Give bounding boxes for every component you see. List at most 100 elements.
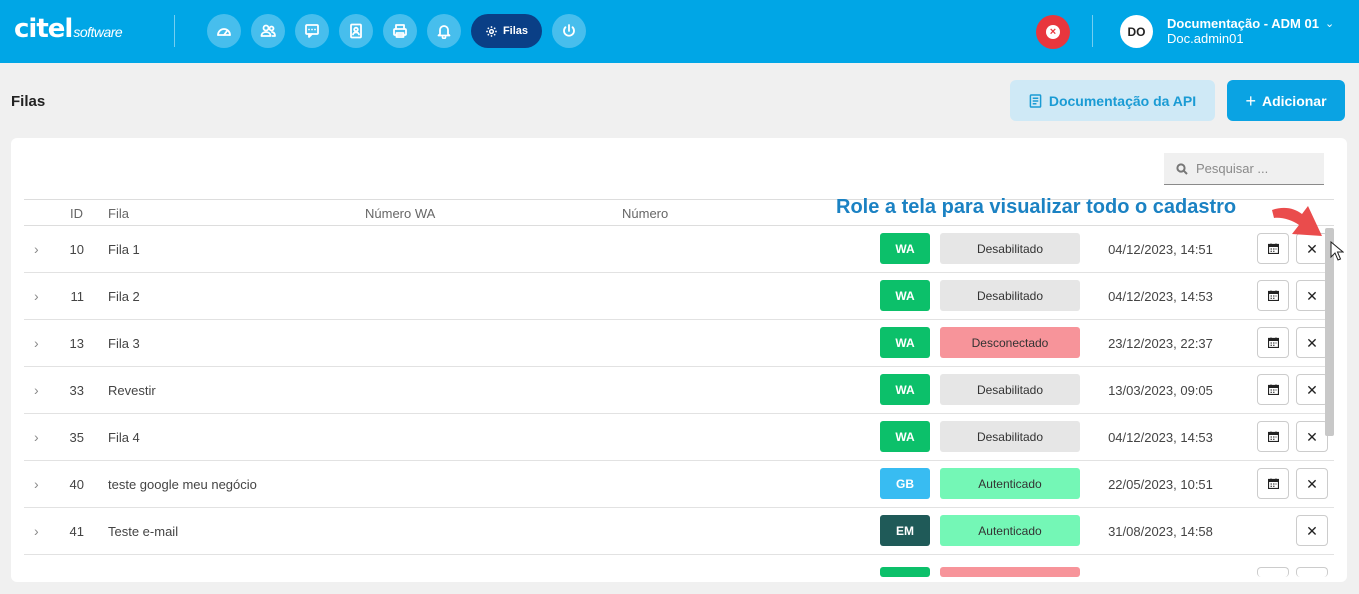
user-login: Doc.admin01 bbox=[1167, 31, 1244, 46]
delete-button[interactable]: ✕ bbox=[1296, 468, 1328, 499]
alert-button[interactable]: × bbox=[1036, 15, 1070, 49]
channel-badge: WA bbox=[880, 327, 930, 358]
status-badge: Desabilitado bbox=[940, 280, 1080, 311]
row-id: 40 bbox=[69, 477, 84, 492]
status-badge: Desabilitado bbox=[940, 421, 1080, 452]
header-divider bbox=[174, 15, 175, 47]
calendar-icon bbox=[1267, 337, 1279, 348]
row-queue-name: Teste e-mail bbox=[108, 524, 179, 539]
top-bar: citel software Filas × DO Documentação -… bbox=[0, 0, 1359, 63]
scroll-hint-text: Role a tela para visualizar todo o cadas… bbox=[836, 196, 1237, 218]
status-badge: Desconectado bbox=[940, 327, 1080, 358]
calendar-icon bbox=[1267, 384, 1279, 395]
table-row-partial[interactable] bbox=[24, 560, 1334, 582]
citel-logo[interactable]: citel software bbox=[14, 14, 123, 44]
table-row[interactable]: › 40 teste google meu negócio GB Autenticado… bbox=[24, 461, 1334, 508]
chevron-down-icon[interactable]: ⌄ bbox=[1325, 17, 1334, 30]
nav-filas-button[interactable]: Filas bbox=[471, 14, 542, 48]
contacts-icon bbox=[350, 23, 362, 39]
delete-button[interactable]: ✕ bbox=[1296, 327, 1328, 358]
row-queue-name: Revestir bbox=[108, 383, 156, 398]
schedule-button[interactable] bbox=[1257, 468, 1289, 499]
search-input[interactable] bbox=[1196, 161, 1316, 176]
row-queue-name: Fila 2 bbox=[108, 289, 140, 304]
column-header-fila[interactable]: Fila bbox=[108, 206, 129, 221]
nav-contacts-button[interactable] bbox=[339, 14, 373, 48]
row-id: 11 bbox=[70, 289, 85, 304]
status-badge bbox=[940, 567, 1080, 577]
status-badge: Desabilitado bbox=[940, 374, 1080, 405]
channel-badge: WA bbox=[880, 374, 930, 405]
printer-icon bbox=[393, 24, 407, 38]
status-badge: Autenticado bbox=[940, 515, 1080, 546]
user-name[interactable]: Documentação - ADM 01 bbox=[1167, 16, 1319, 31]
delete-button[interactable]: ✕ bbox=[1296, 374, 1328, 405]
calendar-icon bbox=[1267, 243, 1279, 254]
row-date: 04/12/2023, 14:53 bbox=[1108, 430, 1213, 445]
nav-dashboard-button[interactable] bbox=[207, 14, 241, 48]
table-row[interactable]: › 33 Revestir WA Desabilitado 13/03/2023, 09:… bbox=[24, 367, 1334, 414]
search-icon bbox=[1176, 162, 1188, 175]
status-badge: Autenticado bbox=[940, 468, 1080, 499]
nav-filas-label: Filas bbox=[502, 25, 529, 37]
row-id: 35 bbox=[69, 430, 84, 445]
header-divider bbox=[1092, 15, 1093, 47]
logo-sub-text: software bbox=[73, 24, 123, 40]
row-queue-name: teste google meu negócio bbox=[108, 477, 257, 492]
column-header-id[interactable]: ID bbox=[70, 206, 83, 221]
calendar-icon bbox=[1267, 431, 1279, 442]
calendar-icon bbox=[1267, 478, 1279, 489]
nav-users-button[interactable] bbox=[251, 14, 285, 48]
user-avatar[interactable]: DO bbox=[1120, 15, 1153, 48]
delete-button[interactable]: ✕ bbox=[1296, 280, 1328, 311]
row-id: 33 bbox=[69, 383, 84, 398]
close-icon: ✕ bbox=[1306, 475, 1318, 492]
column-header-numero[interactable]: Número bbox=[622, 206, 668, 221]
chat-icon bbox=[305, 24, 319, 38]
row-id: 13 bbox=[69, 336, 84, 351]
delete-button[interactable] bbox=[1296, 567, 1328, 577]
schedule-button[interactable] bbox=[1257, 374, 1289, 405]
nav-notifications-button[interactable] bbox=[427, 14, 461, 48]
dashboard-icon bbox=[217, 28, 231, 36]
channel-badge: WA bbox=[880, 233, 930, 264]
status-badge: Desabilitado bbox=[940, 233, 1080, 264]
column-header-numero-wa[interactable]: Número WA bbox=[365, 206, 435, 221]
delete-button[interactable]: ✕ bbox=[1296, 421, 1328, 452]
close-icon: ✕ bbox=[1306, 381, 1318, 398]
schedule-button[interactable] bbox=[1257, 327, 1289, 358]
nav-logout-button[interactable] bbox=[552, 14, 586, 48]
table-row[interactable]: › 10 Fila 1 WA Desabilitado 04/12/2023, 14:51… bbox=[24, 226, 1334, 273]
schedule-button[interactable] bbox=[1257, 567, 1289, 577]
search-box[interactable] bbox=[1164, 153, 1324, 185]
bell-icon bbox=[437, 25, 451, 39]
table-row[interactable]: › 35 Fila 4 WA Desabilitado 04/12/2023, 14:53… bbox=[24, 414, 1334, 461]
users-icon bbox=[260, 24, 276, 37]
logo-main-text: citel bbox=[14, 14, 73, 44]
power-icon bbox=[563, 24, 575, 37]
row-date: 13/03/2023, 09:05 bbox=[1108, 383, 1213, 398]
page-title: Filas bbox=[11, 93, 46, 110]
delete-button[interactable]: ✕ bbox=[1296, 515, 1328, 546]
add-button-label: Adicionar bbox=[1261, 92, 1327, 109]
row-date: 04/12/2023, 14:53 bbox=[1108, 289, 1213, 304]
channel-badge: WA bbox=[880, 280, 930, 311]
close-icon: ✕ bbox=[1306, 522, 1318, 539]
table-row[interactable]: › 13 Fila 3 WA Desconectado 23/12/2023, 22:37… bbox=[24, 320, 1334, 367]
row-queue-name: Fila 1 bbox=[108, 242, 140, 257]
book-icon bbox=[1029, 93, 1042, 108]
schedule-button[interactable] bbox=[1257, 421, 1289, 452]
row-date: 04/12/2023, 14:51 bbox=[1108, 242, 1213, 257]
nav-chat-button[interactable] bbox=[295, 14, 329, 48]
row-date: 31/08/2023, 14:58 bbox=[1108, 524, 1213, 539]
close-circle-icon: × bbox=[1046, 25, 1060, 39]
table-row[interactable]: › 41 Teste e-mail EM Autenticado 31/08/2023, … bbox=[24, 508, 1334, 555]
schedule-button[interactable] bbox=[1257, 280, 1289, 311]
channel-badge: GB bbox=[880, 468, 930, 499]
nav-printer-button[interactable] bbox=[383, 14, 417, 48]
row-date: 22/05/2023, 10:51 bbox=[1108, 477, 1213, 492]
row-date: 23/12/2023, 22:37 bbox=[1108, 336, 1213, 351]
table-row[interactable]: › 11 Fila 2 WA Desabilitado 04/12/2023, 14:53… bbox=[24, 273, 1334, 320]
add-button[interactable]: + Adicionar bbox=[1227, 80, 1345, 121]
api-documentation-button[interactable]: Documentação da API bbox=[1010, 80, 1215, 121]
